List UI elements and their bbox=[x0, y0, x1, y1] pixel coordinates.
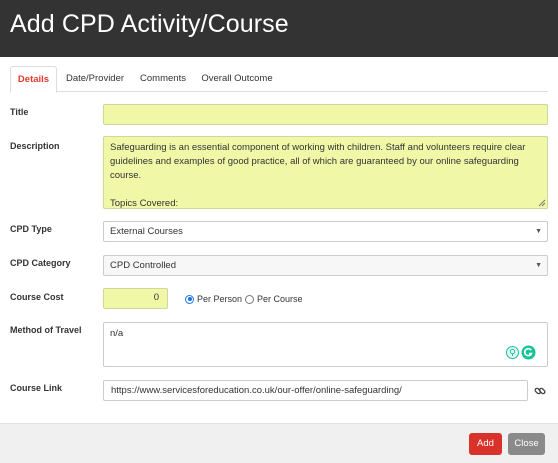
close-button[interactable]: Close bbox=[508, 433, 545, 455]
course-link-label: Course Link bbox=[10, 383, 63, 393]
radio-checked-icon bbox=[185, 294, 194, 304]
cpd-category-label: CPD Category bbox=[10, 258, 71, 268]
radio-per-person-label: Per Person bbox=[197, 294, 243, 304]
method-of-travel-textarea[interactable]: n/a bbox=[103, 322, 548, 367]
tab-bar: Details Date/Provider Comments Overall O… bbox=[10, 66, 548, 93]
title-input[interactable] bbox=[103, 104, 548, 125]
tab-comments[interactable]: Comments bbox=[134, 66, 192, 92]
cpd-category-value: CPD Controlled bbox=[110, 260, 176, 271]
course-cost-label: Course Cost bbox=[10, 292, 64, 302]
modal-footer: Add Close bbox=[0, 423, 558, 463]
radio-per-course-label: Per Course bbox=[257, 294, 303, 304]
cpd-type-value: External Courses bbox=[110, 226, 183, 237]
chevron-down-icon: ▼ bbox=[535, 262, 542, 269]
grammarly-widget[interactable] bbox=[506, 345, 536, 360]
radio-unchecked-icon bbox=[245, 294, 254, 304]
description-label: Description bbox=[10, 141, 60, 151]
cpd-type-label: CPD Type bbox=[10, 224, 52, 234]
grammarly-icon[interactable] bbox=[521, 345, 536, 360]
cpd-type-select[interactable]: External Courses ▼ bbox=[103, 221, 548, 242]
modal-title: Add CPD Activity/Course bbox=[10, 10, 289, 38]
radio-per-course[interactable]: Per Course bbox=[245, 294, 303, 304]
method-of-travel-value: n/a bbox=[110, 328, 124, 339]
link-icon[interactable] bbox=[534, 385, 546, 397]
add-button[interactable]: Add bbox=[469, 433, 502, 455]
chevron-down-icon: ▼ bbox=[535, 228, 542, 235]
description-textarea[interactable]: Safeguarding is an essential component o… bbox=[103, 136, 548, 209]
cpd-category-select[interactable]: CPD Controlled ▼ bbox=[103, 255, 548, 276]
tab-date-provider[interactable]: Date/Provider bbox=[60, 66, 130, 92]
course-link-input[interactable]: https://www.servicesforeducation.co.uk/o… bbox=[103, 380, 528, 401]
modal-header: Add CPD Activity/Course bbox=[0, 0, 558, 57]
lightbulb-icon[interactable] bbox=[506, 346, 519, 359]
resize-grip-icon[interactable] bbox=[538, 199, 546, 207]
tab-overall-outcome[interactable]: Overall Outcome bbox=[196, 66, 278, 92]
radio-per-person[interactable]: Per Person bbox=[185, 294, 242, 304]
title-label: Title bbox=[10, 107, 29, 117]
method-of-travel-label: Method of Travel bbox=[10, 325, 82, 335]
course-cost-input[interactable]: 0 bbox=[103, 288, 168, 309]
tab-details[interactable]: Details bbox=[10, 66, 57, 93]
